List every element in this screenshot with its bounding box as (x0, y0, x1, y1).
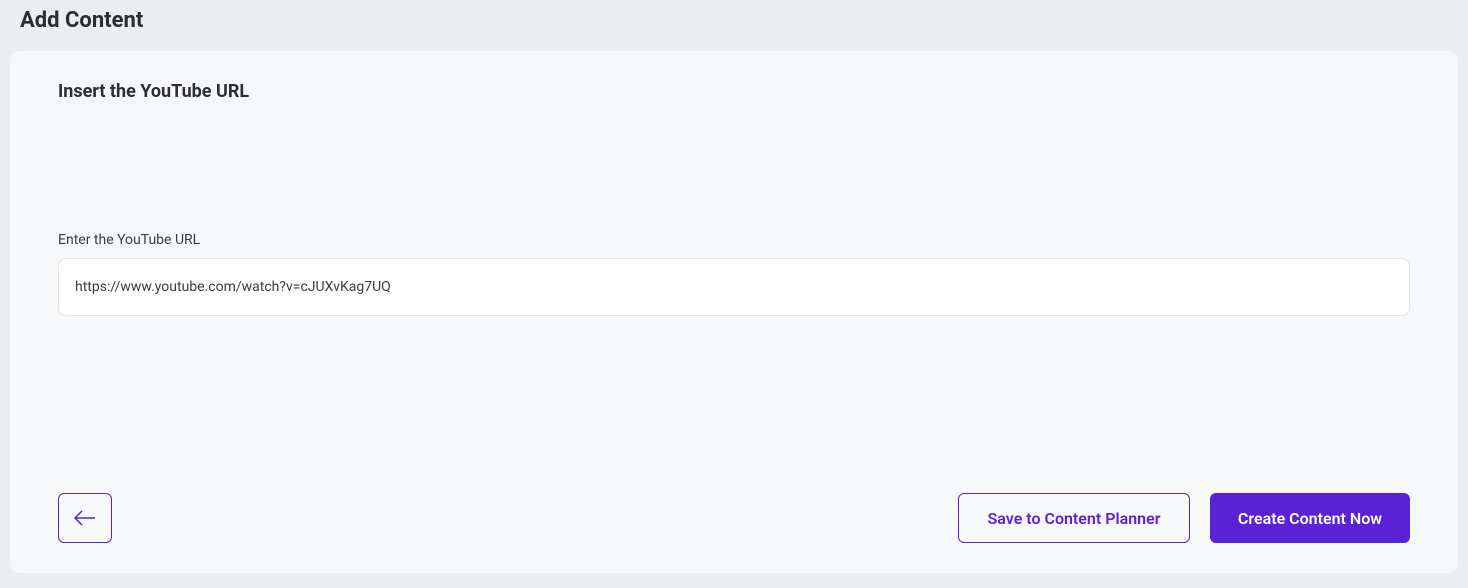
content-card: Insert the YouTube URL Enter the YouTube… (10, 51, 1458, 573)
arrow-left-icon (73, 508, 97, 528)
right-buttons-group: Save to Content Planner Create Content N… (958, 493, 1410, 543)
back-button[interactable] (58, 493, 112, 543)
youtube-url-input[interactable] (58, 258, 1410, 316)
page-title: Add Content (20, 8, 1448, 33)
section-title: Insert the YouTube URL (58, 81, 1410, 102)
card-footer: Save to Content Planner Create Content N… (58, 493, 1410, 543)
url-field-label: Enter the YouTube URL (58, 232, 1410, 248)
page-header: Add Content (0, 0, 1468, 51)
create-content-button[interactable]: Create Content Now (1210, 493, 1410, 543)
save-to-planner-button[interactable]: Save to Content Planner (958, 493, 1190, 543)
